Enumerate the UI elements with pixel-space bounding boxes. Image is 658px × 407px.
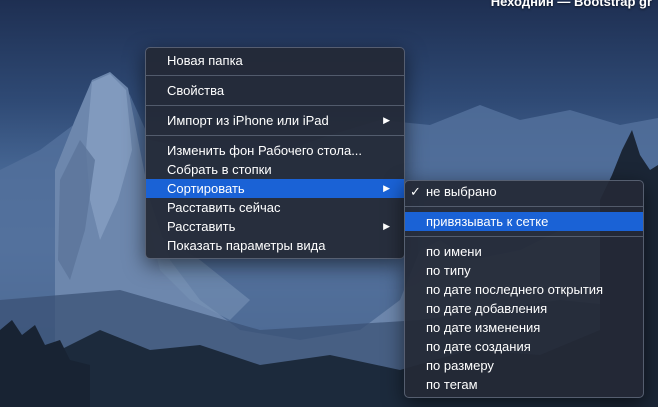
menu-separator — [405, 206, 643, 207]
menu-item-label: Расставить — [167, 219, 236, 234]
menu-item-label: по дате добавления — [426, 301, 548, 316]
checkmark-icon: ✓ — [410, 184, 421, 199]
menu-item-new-folder[interactable]: Новая папка — [146, 51, 404, 70]
sort-option-name[interactable]: по имени — [405, 242, 643, 261]
menu-item-label: Сортировать — [167, 181, 245, 196]
sort-option-date-created[interactable]: по дате создания — [405, 337, 643, 356]
menu-item-change-desktop-background[interactable]: Изменить фон Рабочего стола... — [146, 141, 404, 160]
desktop-context-menu: Новая папка Свойства Импорт из iPhone ил… — [145, 47, 405, 259]
menu-item-show-view-options[interactable]: Показать параметры вида — [146, 236, 404, 255]
sort-option-date-added[interactable]: по дате добавления — [405, 299, 643, 318]
menu-item-label: не выбрано — [426, 184, 497, 199]
menu-item-label: по тегам — [426, 377, 478, 392]
sort-option-date-last-opened[interactable]: по дате последнего открытия — [405, 280, 643, 299]
menu-separator — [146, 75, 404, 76]
menu-item-label: по дате создания — [426, 339, 531, 354]
submenu-arrow-icon: ▶ — [383, 115, 390, 125]
menu-item-clean-up[interactable]: Расставить сейчас — [146, 198, 404, 217]
sort-option-tags[interactable]: по тегам — [405, 375, 643, 394]
menu-item-clean-up-by[interactable]: Расставить ▶ — [146, 217, 404, 236]
sort-option-snap-to-grid[interactable]: привязывать к сетке — [405, 212, 643, 231]
menu-item-get-info[interactable]: Свойства — [146, 81, 404, 100]
menu-item-label: Новая папка — [167, 53, 243, 68]
submenu-arrow-icon: ▶ — [383, 221, 390, 231]
menu-item-label: Показать параметры вида — [167, 238, 326, 253]
submenu-arrow-icon: ▶ — [383, 183, 390, 193]
menu-item-label: по типу — [426, 263, 471, 278]
menu-item-label: Свойства — [167, 83, 225, 98]
sort-option-none[interactable]: ✓ не выбрано — [405, 182, 643, 201]
menu-item-label: по дате последнего открытия — [426, 282, 604, 297]
sort-option-size[interactable]: по размеру — [405, 356, 643, 375]
menu-item-label: Изменить фон Рабочего стола... — [167, 143, 363, 158]
sort-option-date-modified[interactable]: по дате изменения — [405, 318, 643, 337]
window-title-partial: Неходнин — Bootstrap gr — [490, 0, 652, 9]
menu-separator — [405, 236, 643, 237]
menu-item-label: по дате изменения — [426, 320, 541, 335]
menu-item-import-from-iphone[interactable]: Импорт из iPhone или iPad ▶ — [146, 111, 404, 130]
menu-item-label: Расставить сейчас — [167, 200, 281, 215]
menu-item-label: Собрать в стопки — [167, 162, 272, 177]
sort-option-kind[interactable]: по типу — [405, 261, 643, 280]
menu-item-use-stacks[interactable]: Собрать в стопки — [146, 160, 404, 179]
menu-item-label: Импорт из iPhone или iPad — [167, 113, 329, 128]
menu-item-label: по размеру — [426, 358, 494, 373]
menu-separator — [146, 135, 404, 136]
menu-item-sort-by[interactable]: Сортировать ▶ — [146, 179, 404, 198]
menu-item-label: привязывать к сетке — [426, 214, 549, 229]
menu-separator — [146, 105, 404, 106]
sort-submenu: ✓ не выбрано привязывать к сетке по имен… — [404, 180, 644, 398]
menu-item-label: по имени — [426, 244, 482, 259]
